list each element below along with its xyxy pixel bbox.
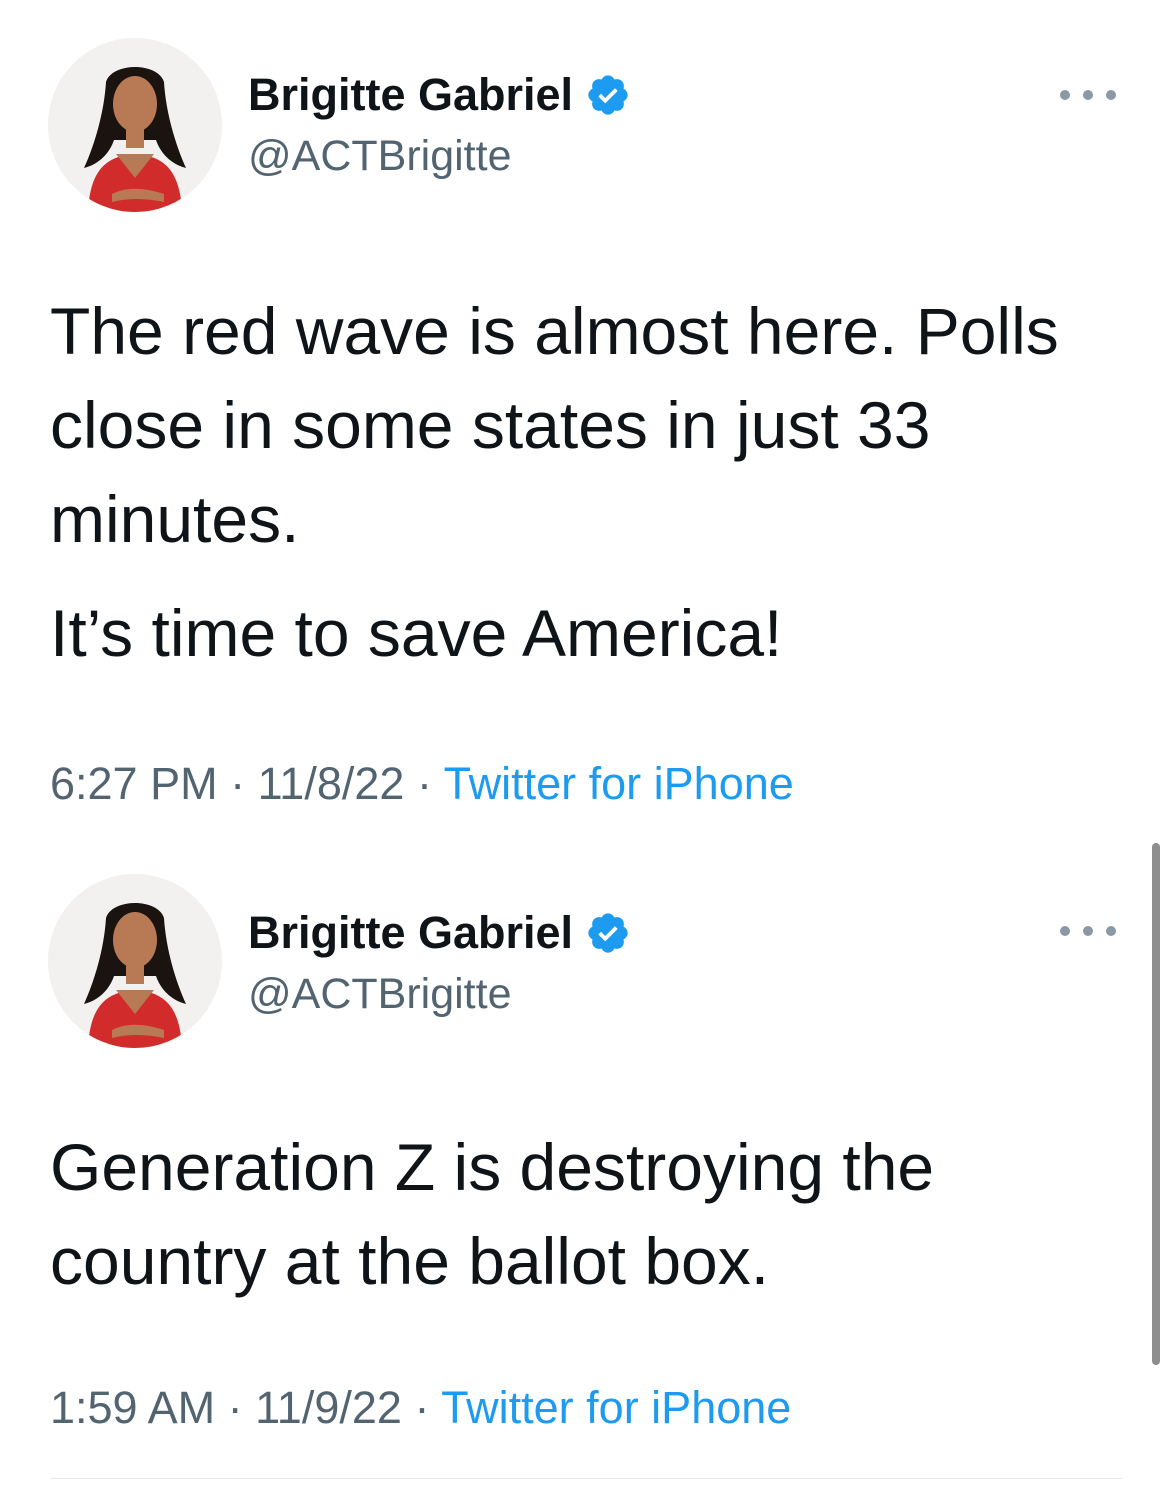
more-dot [1106,90,1116,100]
tweet-date[interactable]: 11/8/22 [258,758,405,809]
tweet-text-paragraph: Generation Z is destroying the country a… [50,1130,935,1298]
meta-separator: · [227,1382,256,1433]
divider [50,1478,1122,1479]
tweet-text-paragraph: The red wave is almost here. Polls close… [50,294,1059,556]
author-name-row[interactable]: Brigitte Gabriel [248,906,631,960]
author-display-name[interactable]: Brigitte Gabriel [248,68,573,122]
tweet-source-link[interactable]: Twitter for iPhone [444,758,794,809]
avatar[interactable] [48,874,222,1048]
tweet[interactable]: Brigitte Gabriel @ACTBrigitte Generation… [0,840,1170,1480]
more-dot [1083,926,1093,936]
more-dot [1060,926,1070,936]
avatar-photo [48,874,222,1048]
more-dot [1106,926,1116,936]
author-name-row[interactable]: Brigitte Gabriel [248,68,631,122]
meta-separator: · [416,758,444,809]
verified-badge-icon [588,913,628,953]
avatar-photo [48,38,222,212]
tweet-metadata: 1:59 AM · 11/9/22 · Twitter for iPhone [50,1380,791,1436]
tweet-time[interactable]: 6:27 PM [50,758,218,809]
verified-badge-icon [588,75,628,115]
tweet-text-paragraph: It’s time to save America! [50,596,783,670]
more-options-icon[interactable] [1060,80,1116,110]
author-handle[interactable]: @ACTBrigitte [248,130,511,182]
author-display-name[interactable]: Brigitte Gabriel [248,906,573,960]
tweet-date[interactable]: 11/9/22 [255,1382,402,1433]
tweet-metadata: 6:27 PM · 11/8/22 · Twitter for iPhone [50,756,794,812]
author-handle[interactable]: @ACTBrigitte [248,968,511,1020]
more-dot [1060,90,1070,100]
meta-separator: · [230,758,258,809]
tweet-time[interactable]: 1:59 AM [50,1382,215,1433]
tweet[interactable]: Brigitte Gabriel @ACTBrigitte The red wa… [0,0,1170,840]
meta-separator: · [414,1382,442,1433]
scrollbar[interactable] [1152,843,1160,1365]
more-dot [1083,90,1093,100]
more-options-icon[interactable] [1060,916,1116,946]
tweet-source-link[interactable]: Twitter for iPhone [441,1382,791,1433]
avatar[interactable] [48,38,222,212]
